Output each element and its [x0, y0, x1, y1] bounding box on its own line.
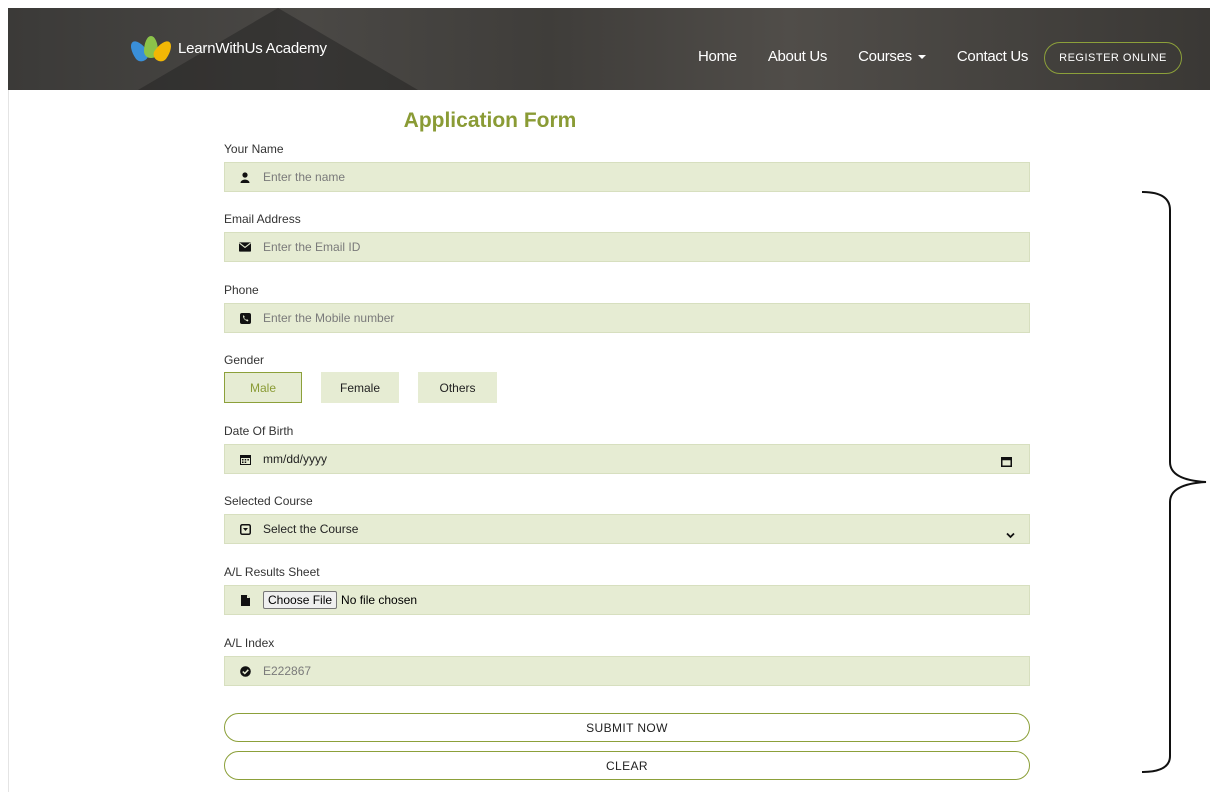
- nav-contact-us[interactable]: Contact Us: [957, 48, 1029, 65]
- dob-input[interactable]: mm/dd/yyyy: [263, 452, 327, 466]
- lotus-logo-icon: [126, 36, 176, 65]
- gender-female-button[interactable]: Female: [321, 372, 399, 403]
- top-cropped-text: [0, 0, 1210, 8]
- chevron-down-icon: [1006, 526, 1015, 544]
- page-border: [8, 90, 9, 792]
- brace-annotation: [1141, 191, 1207, 773]
- register-online-button[interactable]: REGISTER ONLINE: [1044, 42, 1182, 74]
- form-title: Application Form: [403, 109, 577, 132]
- dob-field[interactable]: mm/dd/yyyy: [224, 444, 1030, 474]
- dropdown-box-icon: [239, 523, 251, 535]
- clear-button[interactable]: CLEAR: [224, 751, 1030, 780]
- gender-male-button[interactable]: Male: [224, 372, 302, 403]
- nav-courses-label: Courses: [858, 48, 912, 65]
- nav-courses[interactable]: Courses: [858, 48, 926, 65]
- course-select[interactable]: Select the Course: [224, 514, 1030, 544]
- file-status: No file chosen: [341, 593, 418, 607]
- envelope-icon: [239, 241, 251, 253]
- index-input[interactable]: E222867: [263, 664, 311, 678]
- file-icon: [239, 594, 251, 606]
- index-label: A/L Index: [224, 636, 275, 650]
- name-field[interactable]: Enter the name: [224, 162, 1030, 192]
- results-label: A/L Results Sheet: [224, 565, 320, 579]
- brand-name: LearnWithUs Academy: [178, 39, 327, 57]
- name-label: Your Name: [224, 142, 284, 156]
- email-label: Email Address: [224, 212, 301, 226]
- nav-about-us[interactable]: About Us: [768, 48, 828, 65]
- user-icon: [239, 171, 251, 183]
- phone-label: Phone: [224, 283, 259, 297]
- course-label: Selected Course: [224, 494, 313, 508]
- index-field[interactable]: E222867: [224, 656, 1030, 686]
- caret-down-icon: [917, 54, 926, 59]
- phone-icon: [239, 312, 251, 324]
- course-selected-value: Select the Course: [263, 522, 359, 536]
- gender-label: Gender: [224, 353, 265, 367]
- results-file-field: Choose File No file chosen: [224, 585, 1030, 615]
- dob-label: Date Of Birth: [224, 424, 294, 438]
- submit-button[interactable]: SUBMIT NOW: [224, 713, 1030, 742]
- nav-links: Home About Us Courses Contact Us: [698, 48, 1059, 65]
- brand[interactable]: LearnWithUs Academy: [126, 36, 327, 65]
- choose-file-button[interactable]: Choose File: [263, 591, 338, 609]
- calendar-icon: [239, 453, 251, 465]
- email-field[interactable]: Enter the Email ID: [224, 232, 1030, 262]
- navbar: LearnWithUs Academy Home About Us Course…: [8, 8, 1210, 90]
- phone-field[interactable]: Enter the Mobile number: [224, 303, 1030, 333]
- email-input[interactable]: Enter the Email ID: [263, 240, 360, 254]
- name-input[interactable]: Enter the name: [263, 170, 345, 184]
- nav-home[interactable]: Home: [698, 48, 737, 65]
- gender-others-button[interactable]: Others: [418, 372, 497, 403]
- check-circle-icon: [239, 665, 251, 677]
- date-picker-icon[interactable]: [1001, 454, 1012, 472]
- phone-input[interactable]: Enter the Mobile number: [263, 311, 394, 325]
